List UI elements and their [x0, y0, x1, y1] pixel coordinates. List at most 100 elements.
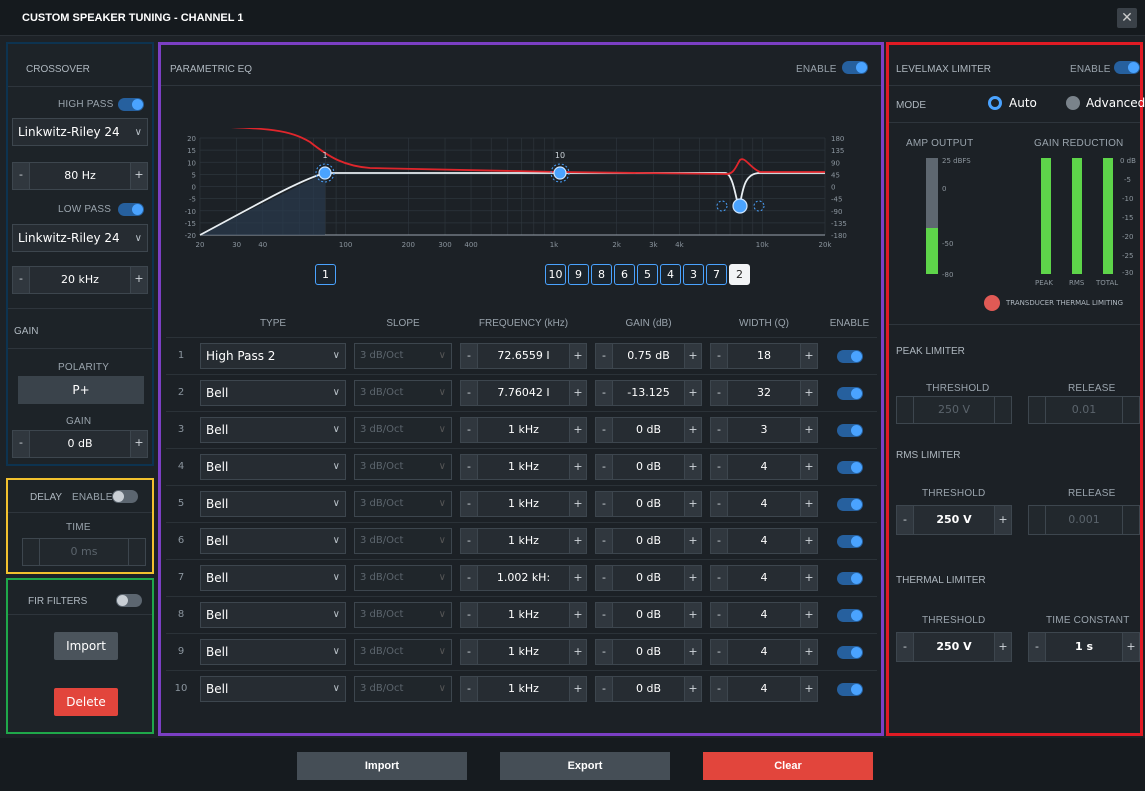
plus-button[interactable]: +	[570, 380, 586, 405]
band-slope-select[interactable]: 3 dB/Oct ∨	[354, 379, 452, 406]
band-gain-value[interactable]: 0 dB	[612, 417, 685, 442]
band-slope-select[interactable]: 3 dB/Oct ∨	[354, 564, 452, 591]
band-gain-value[interactable]: 0 dB	[612, 528, 685, 553]
delay-enable-toggle[interactable]	[112, 490, 138, 503]
fir-toggle[interactable]	[116, 594, 142, 607]
band-button-6[interactable]: 6	[614, 264, 635, 285]
band-width-stepper[interactable]: -4 +	[710, 527, 818, 554]
minus-button[interactable]	[1029, 506, 1045, 534]
plus-button[interactable]: +	[801, 676, 817, 701]
thermal-threshold-stepper[interactable]: - 250 V +	[896, 632, 1012, 662]
plus-button[interactable]: +	[685, 528, 701, 553]
low-pass-toggle[interactable]	[118, 203, 144, 216]
band-width-value[interactable]: 4	[727, 676, 801, 701]
band-type-select[interactable]: Bell ∨	[200, 601, 346, 628]
plus-button[interactable]	[129, 539, 145, 565]
rms-release-stepper[interactable]: 0.001	[1028, 505, 1140, 535]
rms-threshold-stepper[interactable]: - 250 V +	[896, 505, 1012, 535]
minus-button[interactable]: -	[596, 491, 612, 516]
band-width-stepper[interactable]: -32 +	[710, 379, 818, 406]
gain-value[interactable]: 0 dB	[29, 431, 131, 457]
delay-time-value[interactable]: 0 ms	[39, 539, 129, 565]
plus-button[interactable]: +	[685, 343, 701, 368]
minus-button[interactable]: -	[711, 528, 727, 553]
plus-button[interactable]: +	[995, 633, 1011, 661]
high-pass-type-select[interactable]: Linkwitz-Riley 24 ∨	[12, 118, 148, 146]
minus-button[interactable]: -	[711, 565, 727, 590]
plus-button[interactable]: +	[685, 639, 701, 664]
band-enable-toggle[interactable]	[836, 461, 863, 474]
band-width-value[interactable]: 4	[727, 528, 801, 553]
plus-button[interactable]: +	[570, 528, 586, 553]
band-slope-select[interactable]: 3 dB/Oct ∨	[354, 490, 452, 517]
peak-release-value[interactable]: 0.01	[1045, 397, 1123, 423]
band-gain-stepper[interactable]: -0 dB +	[595, 638, 702, 665]
high-pass-freq-value[interactable]: 80 Hz	[29, 163, 131, 189]
band-width-stepper[interactable]: -4 +	[710, 564, 818, 591]
band-frequency-value[interactable]: 1.002 kH:	[477, 565, 570, 590]
band-enable-toggle[interactable]	[836, 572, 863, 585]
band-width-stepper[interactable]: -4 +	[710, 638, 818, 665]
band-enable-toggle[interactable]	[836, 498, 863, 511]
minus-button[interactable]: -	[596, 528, 612, 553]
band-width-stepper[interactable]: -4 +	[710, 675, 818, 702]
minus-button[interactable]: -	[897, 506, 913, 534]
minus-button[interactable]: -	[711, 380, 727, 405]
plus-button[interactable]: +	[131, 267, 147, 293]
plus-button[interactable]	[995, 397, 1011, 423]
band-gain-stepper[interactable]: -0 dB +	[595, 453, 702, 480]
plus-button[interactable]: +	[570, 602, 586, 627]
plus-button[interactable]: +	[801, 343, 817, 368]
plus-button[interactable]: +	[570, 639, 586, 664]
plus-button[interactable]: +	[570, 676, 586, 701]
minus-button[interactable]: -	[596, 639, 612, 664]
low-pass-freq-stepper[interactable]: - 20 kHz +	[12, 266, 148, 294]
minus-button[interactable]	[1029, 397, 1045, 423]
mode-auto-radio[interactable]	[988, 96, 1002, 110]
low-pass-freq-value[interactable]: 20 kHz	[29, 267, 131, 293]
band-frequency-value[interactable]: 7.76042 I	[477, 380, 570, 405]
band-slope-select[interactable]: 3 dB/Oct ∨	[354, 453, 452, 480]
rms-release-value[interactable]: 0.001	[1045, 506, 1123, 534]
footer-import-button[interactable]: Import	[297, 752, 467, 780]
band-gain-stepper[interactable]: -0 dB +	[595, 564, 702, 591]
band-type-select[interactable]: Bell ∨	[200, 379, 346, 406]
band-slope-select[interactable]: 3 dB/Oct ∨	[354, 601, 452, 628]
plus-button[interactable]: +	[685, 565, 701, 590]
band-type-select[interactable]: Bell ∨	[200, 564, 346, 591]
plus-button[interactable]	[1123, 506, 1139, 534]
band-button-5[interactable]: 5	[637, 264, 658, 285]
plus-button[interactable]: +	[131, 163, 147, 189]
band-frequency-stepper[interactable]: -1 kHz +	[460, 527, 587, 554]
band-gain-value[interactable]: 0 dB	[612, 565, 685, 590]
band-slope-select[interactable]: 3 dB/Oct ∨	[354, 638, 452, 665]
band-type-select[interactable]: Bell ∨	[200, 453, 346, 480]
peak-threshold-stepper[interactable]: 250 V	[896, 396, 1012, 424]
plus-button[interactable]: +	[685, 454, 701, 479]
band-gain-stepper[interactable]: -0.75 dB +	[595, 342, 702, 369]
band-enable-toggle[interactable]	[836, 609, 863, 622]
band-button-3[interactable]: 3	[683, 264, 704, 285]
footer-export-button[interactable]: Export	[500, 752, 670, 780]
band-enable-toggle[interactable]	[836, 683, 863, 697]
band-enable-toggle[interactable]	[836, 350, 863, 363]
minus-button[interactable]: -	[596, 343, 612, 368]
band-width-stepper[interactable]: -4 +	[710, 601, 818, 628]
band-frequency-value[interactable]: 1 kHz	[477, 639, 570, 664]
plus-button[interactable]: +	[801, 417, 817, 442]
minus-button[interactable]: -	[461, 528, 477, 553]
minus-button[interactable]: -	[711, 602, 727, 627]
band-frequency-value[interactable]: 1 kHz	[477, 602, 570, 627]
minus-button[interactable]	[897, 397, 913, 423]
plus-button[interactable]: +	[1123, 633, 1139, 661]
band-frequency-stepper[interactable]: -1 kHz +	[460, 675, 587, 702]
close-button[interactable]: ✕	[1117, 8, 1137, 28]
plus-button[interactable]: +	[570, 343, 586, 368]
band-frequency-value[interactable]: 1 kHz	[477, 454, 570, 479]
band-frequency-value[interactable]: 1 kHz	[477, 528, 570, 553]
peak-threshold-value[interactable]: 250 V	[913, 397, 995, 423]
band-gain-value[interactable]: 0.75 dB	[612, 343, 685, 368]
band-gain-stepper[interactable]: -0 dB +	[595, 601, 702, 628]
band-enable-toggle[interactable]	[836, 646, 863, 659]
plus-button[interactable]	[1123, 397, 1139, 423]
